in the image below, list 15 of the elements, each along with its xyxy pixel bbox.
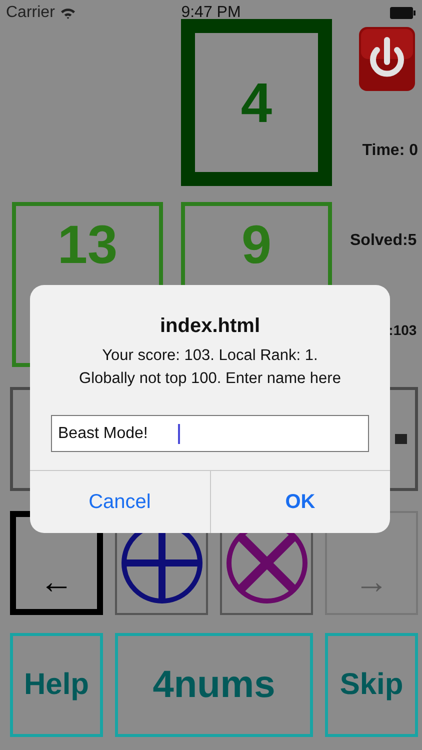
menu-button[interactable]: Skip [325, 633, 418, 737]
power-icon[interactable] [358, 26, 416, 92]
menu-button[interactable]: Help [10, 633, 103, 737]
carrier-label: Carrier [6, 4, 55, 22]
ok-button[interactable]: OK [210, 471, 390, 533]
solved-label: Solved:5 [350, 232, 417, 250]
name-input-field[interactable]: Beast Mode! [51, 415, 369, 452]
name-input[interactable]: Beast Mode! [58, 424, 158, 442]
score-label: :103 [388, 322, 417, 338]
target-number-tile: 4 [181, 19, 332, 186]
wifi-icon [60, 7, 76, 19]
battery-icon [390, 7, 416, 19]
title-button[interactable]: 4nums [115, 633, 313, 737]
time-label: Time: 0 [362, 142, 418, 160]
status-time: 9:47 PM [181, 4, 241, 22]
